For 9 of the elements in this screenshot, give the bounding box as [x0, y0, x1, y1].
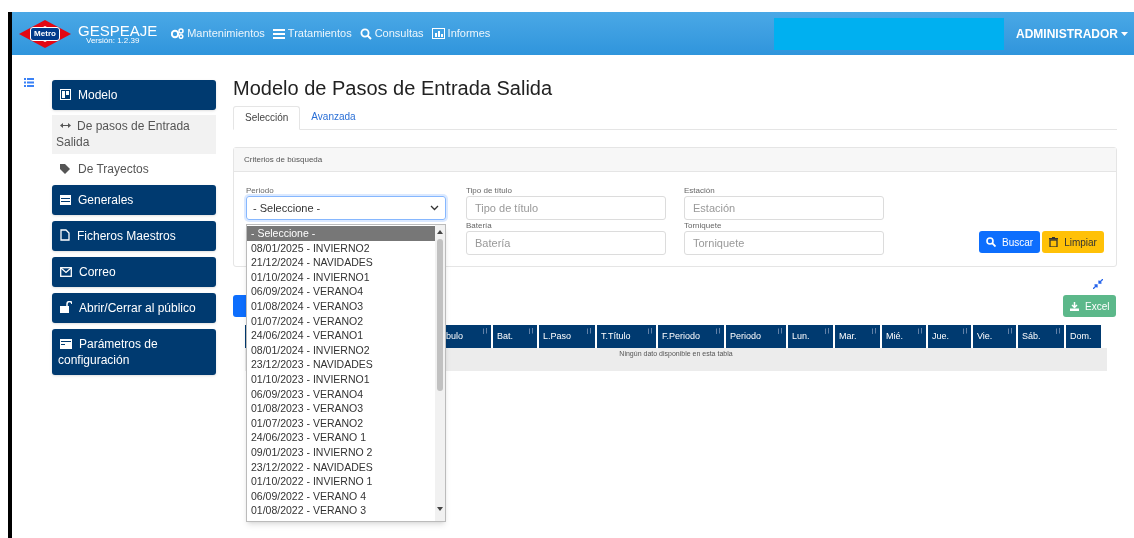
field-label: Torniquete [684, 221, 723, 231]
field-label: Estación [684, 186, 716, 196]
page-title: Modelo de Pasos de Entrada Salida [233, 76, 554, 101]
field-label: Batería [466, 221, 493, 231]
card-header: Criterios de búsqueda [234, 148, 1116, 172]
app-name: GESPEAJE [78, 22, 158, 38]
field-label: Tipo de título [466, 186, 513, 196]
version-label: Versión: 1.2.39 [86, 36, 140, 45]
field-label: Periodo [246, 186, 275, 196]
